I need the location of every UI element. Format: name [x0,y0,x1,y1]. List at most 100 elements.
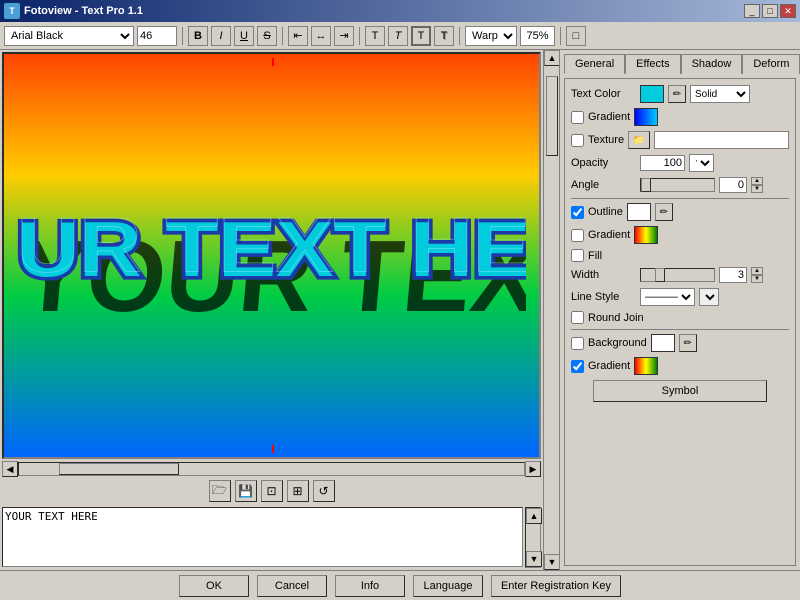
align-right-button[interactable]: ⇥ [334,26,354,46]
outline-gradient-swatch[interactable] [634,226,658,244]
gradient-row: Gradient [571,108,789,126]
align-center-button[interactable]: ↔ [311,26,331,46]
outline-eyedropper[interactable]: ✏ [655,203,673,221]
tab-effects[interactable]: Effects [625,54,680,74]
vscroll-track[interactable] [544,66,559,554]
strikethrough-button[interactable]: S [257,26,277,46]
scroll-right-button[interactable]: ▶ [525,461,541,477]
language-button[interactable]: Language [413,575,483,597]
text-btn1[interactable]: T [365,26,385,46]
angle-up-button[interactable]: ▲ [751,177,763,185]
right-panel: General Effects Shadow Deform Text Color… [560,50,800,570]
angle-input[interactable] [719,177,747,193]
background-eyedropper[interactable]: ✏ [679,334,697,352]
ok-button[interactable]: OK [179,575,249,597]
width-input[interactable] [719,267,747,283]
background-checkbox[interactable] [571,337,584,350]
round-join-label: Round Join [588,312,644,324]
close-button[interactable]: ✕ [780,4,796,18]
separator3 [359,27,360,45]
round-join-checkbox[interactable] [571,311,584,324]
opacity-select[interactable]: ▼ [689,154,714,172]
fill-row: Fill [571,249,789,262]
minimize-button[interactable]: _ [744,4,760,18]
tab-deform[interactable]: Deform [742,54,800,74]
scroll-left-button[interactable]: ◀ [2,461,18,477]
width-slider[interactable] [640,268,715,282]
outline-color-swatch[interactable] [627,203,651,221]
cancel-button[interactable]: Cancel [257,575,327,597]
refresh-button[interactable]: ↺ [313,480,335,502]
titlebar-buttons[interactable]: _ □ ✕ [744,4,796,18]
text-btn4[interactable]: T [434,26,454,46]
canvas-scroll-up[interactable]: ▲ [544,50,559,66]
line-style-end-select[interactable]: ▼ [699,288,719,306]
underline-button[interactable]: U [234,26,254,46]
info-button[interactable]: Info [335,575,405,597]
text-btn2[interactable]: T [388,26,408,46]
bold-button[interactable]: B [188,26,208,46]
italic-button[interactable]: I [211,26,231,46]
text-btn3[interactable]: T [411,26,431,46]
canvas-area: YOUR TEXT HERE YOUR TEXT HERE [0,50,560,570]
texture-row: Texture 📁 [571,131,789,149]
zoom-button[interactable]: ⊞ [287,480,309,502]
align-left-button[interactable]: ⇤ [288,26,308,46]
opacity-row: Opacity ▼ [571,154,789,172]
text-scroll-up[interactable]: ▲ [526,508,542,524]
bg-gradient-swatch[interactable] [634,357,658,375]
opacity-label: Opacity [571,157,636,169]
warp-percent-input[interactable] [520,26,555,46]
width-spinners: ▲ ▼ [751,267,763,283]
registration-button[interactable]: Enter Registration Key [491,575,621,597]
app-icon: T [4,3,20,19]
width-down-button[interactable]: ▼ [751,275,763,283]
angle-spinners: ▲ ▼ [751,177,763,193]
fit-button[interactable]: ⊡ [261,480,283,502]
hscroll-track[interactable] [18,462,525,476]
background-row: Background ✏ [571,334,789,352]
warp-select[interactable]: Warp [465,26,517,46]
text-color-row: Text Color ✏ Solid Gradient [571,85,789,103]
font-size-input[interactable] [137,26,177,46]
bg-gradient-checkbox[interactable] [571,360,584,373]
text-color-type-select[interactable]: Solid Gradient [690,85,750,103]
bg-gradient-label: Gradient [588,360,630,372]
texture-folder-button[interactable]: 📁 [628,131,650,149]
text-color-swatch[interactable] [640,85,664,103]
tab-general[interactable]: General [564,54,625,74]
open-file-button[interactable]: 🗁 [209,480,231,502]
vscroll-thumb[interactable] [546,76,558,156]
save-button[interactable]: 💾 [235,480,257,502]
outline-row: Outline ✏ [571,203,789,221]
extra-button[interactable]: □ [566,26,586,46]
gradient-label: Gradient [588,111,630,123]
window-title: Fotoview - Text Pro 1.1 [24,5,143,17]
vscroll-text: ▲ ▼ [525,507,541,568]
text-scroll-down[interactable]: ▼ [526,551,542,567]
angle-slider[interactable] [640,178,715,192]
background-color-swatch[interactable] [651,334,675,352]
outline-checkbox[interactable] [571,206,584,219]
symbol-button[interactable]: Symbol [593,380,767,402]
line-style-select[interactable]: ——— - - - · · · [640,288,695,306]
width-up-button[interactable]: ▲ [751,267,763,275]
tab-shadow[interactable]: Shadow [681,54,743,74]
line-style-row: Line Style ——— - - - · · · ▼ [571,288,789,306]
outline-gradient-checkbox[interactable] [571,229,584,242]
font-select[interactable]: Arial Black [4,26,134,46]
divider2 [571,329,789,330]
background-label: Background [588,337,647,349]
fill-checkbox[interactable] [571,249,584,262]
canvas-scroll-down[interactable]: ▼ [544,554,559,570]
text-color-eyedropper[interactable]: ✏ [668,85,686,103]
angle-down-button[interactable]: ▼ [751,185,763,193]
separator2 [282,27,283,45]
gradient-swatch[interactable] [634,108,658,126]
opacity-input[interactable] [640,155,685,171]
text-edit-input[interactable]: YOUR TEXT HERE [2,507,523,567]
gradient-checkbox[interactable] [571,111,584,124]
maximize-button[interactable]: □ [762,4,778,18]
hscroll-thumb[interactable] [59,463,179,475]
texture-checkbox[interactable] [571,134,584,147]
